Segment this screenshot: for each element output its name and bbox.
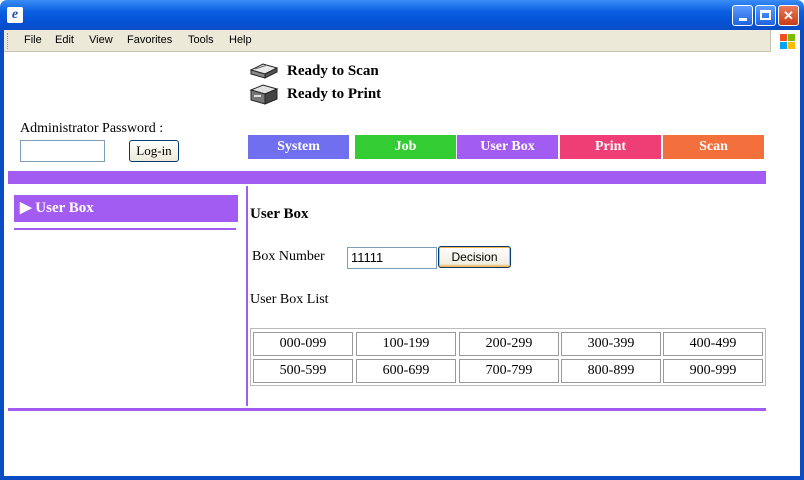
admin-password-field[interactable] <box>20 140 105 162</box>
menu-file[interactable]: File <box>24 34 42 46</box>
tab-print[interactable]: Print <box>560 135 661 159</box>
range-cell[interactable]: 300-399 <box>561 332 661 356</box>
tab-job[interactable]: Job <box>355 135 456 159</box>
scanner-icon <box>249 63 279 79</box>
sidebar-divider <box>14 228 236 230</box>
range-cell[interactable]: 800-899 <box>561 359 661 383</box>
user-box-list-label: User Box List <box>250 292 329 307</box>
menu-tools[interactable]: Tools <box>188 34 214 46</box>
window-frame-bottom <box>0 476 804 480</box>
toolbar-grip <box>7 33 10 49</box>
print-status-text: Ready to Print <box>287 85 382 102</box>
scan-status: Ready to Scan <box>249 60 379 82</box>
tab-system[interactable]: System <box>248 135 349 159</box>
page-title: User Box <box>250 206 309 222</box>
range-cell[interactable]: 100-199 <box>356 332 456 356</box>
user-box-range-table: 000-099 100-199 200-299 300-399 400-499 … <box>250 328 766 386</box>
menu-bar: File Edit View Favorites Tools Help <box>4 30 800 52</box>
maximize-button[interactable] <box>755 5 776 26</box>
menu-help[interactable]: Help <box>229 34 252 46</box>
range-cell[interactable]: 200-299 <box>459 332 559 356</box>
menu-view[interactable]: View <box>89 34 113 46</box>
menu-favorites[interactable]: Favorites <box>127 34 172 46</box>
login-button[interactable]: Log-in <box>129 140 179 162</box>
printer-icon <box>249 84 279 105</box>
minimize-button[interactable] <box>732 5 753 26</box>
decision-button[interactable]: Decision <box>438 246 511 268</box>
box-number-label: Box Number <box>252 249 325 264</box>
close-button[interactable]: ✕ <box>778 5 799 26</box>
tab-user-box[interactable]: User Box <box>457 135 558 159</box>
header-divider <box>8 171 766 184</box>
range-cell[interactable]: 900-999 <box>663 359 763 383</box>
admin-password-label: Administrator Password : <box>20 121 164 136</box>
range-cell[interactable]: 500-599 <box>253 359 353 383</box>
menu-edit[interactable]: Edit <box>55 34 74 46</box>
window-frame-left <box>0 30 4 480</box>
range-cell[interactable]: 600-699 <box>356 359 456 383</box>
close-icon: ✕ <box>783 8 794 23</box>
content-divider <box>246 186 248 406</box>
scan-status-text: Ready to Scan <box>287 62 379 79</box>
internet-explorer-icon: e <box>7 7 23 23</box>
print-status: Ready to Print <box>249 83 381 105</box>
title-bar: e ✕ <box>0 0 804 30</box>
range-cell[interactable]: 000-099 <box>253 332 353 356</box>
minimize-icon <box>738 18 747 21</box>
box-number-input[interactable]: 11111 <box>347 247 437 269</box>
window-frame-right <box>800 30 804 480</box>
windows-logo-icon <box>770 30 800 52</box>
range-cell[interactable]: 400-499 <box>663 332 763 356</box>
sidebar-item-user-box[interactable]: ▶ User Box <box>14 195 238 222</box>
maximize-icon <box>760 10 771 20</box>
range-cell[interactable]: 700-799 <box>459 359 559 383</box>
tab-scan[interactable]: Scan <box>663 135 764 159</box>
footer-divider <box>8 408 766 411</box>
